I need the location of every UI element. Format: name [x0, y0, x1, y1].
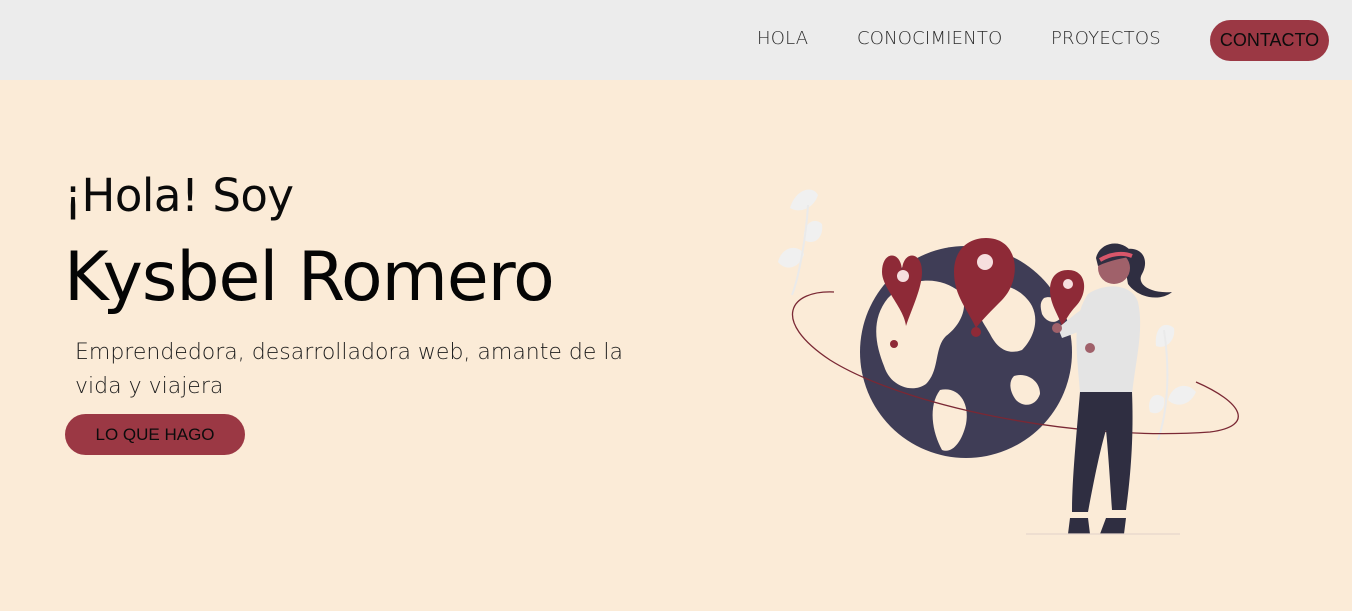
hero-section: ¡Hola! Soy Kysbel Romero Emprendedora, d…: [0, 80, 1352, 611]
hero-tagline: Emprendedora, desarrolladora web, amante…: [75, 340, 623, 399]
leaf-icon: [778, 189, 823, 296]
top-navbar: HOLA CONOCIMIENTO PROYECTOS CONTACTO: [0, 0, 1352, 80]
leaf-icon: [1149, 324, 1196, 441]
nav-link-hola[interactable]: HOLA: [757, 28, 808, 49]
contact-button[interactable]: CONTACTO: [1210, 20, 1329, 61]
travel-illustration: [778, 189, 1239, 535]
nav-link-conocimiento[interactable]: CONOCIMIENTO: [857, 28, 1003, 49]
what-i-do-button[interactable]: LO QUE HAGO: [65, 414, 245, 455]
nav-link-proyectos[interactable]: PROYECTOS: [1051, 28, 1161, 49]
hero-greeting: ¡Hola! Soy: [64, 169, 294, 222]
hero-name: Kysbel Romero: [64, 238, 555, 317]
